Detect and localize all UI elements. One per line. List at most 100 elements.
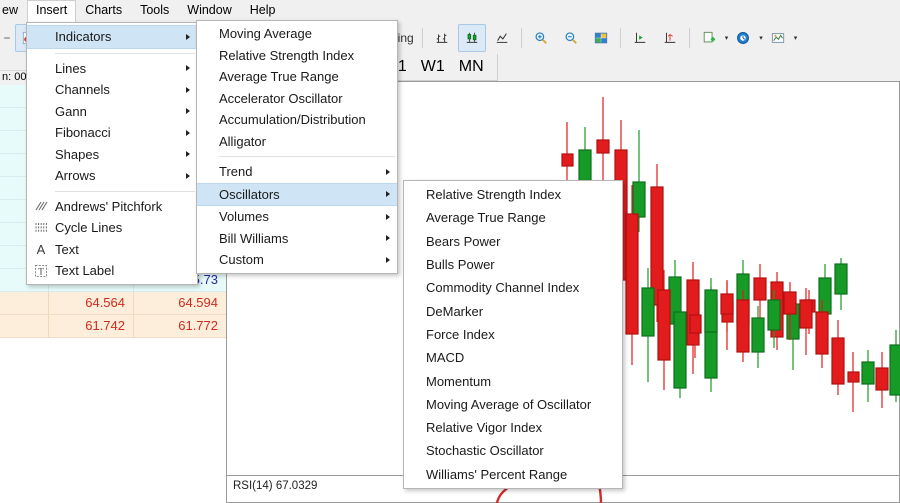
menu-item-andrews-pitchfork[interactable]: Andrews' Pitchfork (27, 196, 197, 218)
shift-end-icon[interactable] (626, 24, 654, 52)
templates-icon[interactable] (764, 24, 792, 52)
oscillators-submenu[interactable]: Relative Strength Index Average True Ran… (403, 180, 623, 489)
menu-tools[interactable]: Tools (131, 0, 178, 22)
menu-item-label: Average True Range (426, 210, 546, 226)
menu-item-label: Relative Strength Index (219, 47, 355, 63)
menu-insert[interactable]: Insert (26, 0, 77, 23)
menu-item-trend[interactable]: Trend (197, 161, 397, 183)
chevron-right-icon (186, 65, 190, 72)
menu-item-relative-strength-index[interactable]: Relative Strength Index (197, 45, 397, 67)
auto-scroll-icon[interactable] (656, 24, 684, 52)
menu-item-osc-commodity-channel-index[interactable]: Commodity Channel Index (404, 276, 622, 299)
zoom-out-icon[interactable] (557, 24, 585, 52)
menu-separator (55, 52, 195, 54)
text-icon: A (36, 241, 46, 257)
menu-item-label: Custom (219, 252, 264, 268)
ask-cell: 61.772 (178, 318, 218, 333)
menu-item-text[interactable]: A Text (27, 239, 197, 261)
new-chart-icon[interactable] (695, 24, 723, 52)
period-icon[interactable] (729, 24, 757, 52)
menu-item-osc-bears-power[interactable]: Bears Power (404, 230, 622, 253)
menu-item-osc-macd[interactable]: MACD (404, 346, 622, 369)
indicators-submenu[interactable]: Moving Average Relative Strength Index A… (196, 20, 398, 274)
menu-charts[interactable]: Charts (76, 0, 131, 22)
menu-item-label: Bill Williams (219, 230, 289, 246)
symbol-cell (0, 315, 49, 337)
menu-item-oscillators[interactable]: Oscillators (197, 182, 397, 206)
menu-item-osc-moving-average-of-oscillator[interactable]: Moving Average of Oscillator (404, 393, 622, 416)
menu-item-osc-force-index[interactable]: Force Index (404, 323, 622, 346)
bar-chart-icon[interactable] (428, 24, 456, 52)
menu-window[interactable]: Window (178, 0, 240, 22)
candlestick-chart-icon[interactable] (457, 24, 486, 52)
menu-item-custom[interactable]: Custom (197, 249, 397, 271)
menu-item-osc-demarker[interactable]: DeMarker (404, 299, 622, 322)
menu-item-osc-average-true-range[interactable]: Average True Range (404, 206, 622, 229)
templates-dropdown-icon[interactable]: ▾ (794, 34, 798, 42)
menu-item-label: Williams' Percent Range (426, 466, 568, 482)
menu-item-label: Moving Average of Oscillator (426, 396, 592, 412)
tile-windows-icon[interactable] (587, 24, 615, 52)
menu-item-accelerator-oscillator[interactable]: Accelerator Oscillator (197, 88, 397, 110)
menu-item-label: Indicators (55, 29, 112, 45)
menu-item-osc-relative-vigor-index[interactable]: Relative Vigor Index (404, 416, 622, 439)
application-window: ew Insert Charts Tools Window Help ding (0, 0, 900, 503)
menu-item-osc-williams-percent-range[interactable]: Williams' Percent Range (404, 463, 622, 486)
menu-item-label: Average True Range (219, 69, 339, 85)
menu-item-lines[interactable]: Lines (27, 58, 197, 80)
menu-item-text-label[interactable]: T Text Label (27, 260, 197, 282)
menu-item-label: Accumulation/Distribution (219, 112, 366, 128)
chevron-right-icon (386, 213, 390, 220)
menu-separator (55, 190, 195, 192)
ask-cell: 64.594 (178, 295, 218, 310)
chevron-right-icon (386, 256, 390, 263)
menu-item-fibonacci[interactable]: Fibonacci (27, 122, 197, 144)
menu-separator (219, 156, 395, 157)
menu-item-bill-williams[interactable]: Bill Williams (197, 228, 397, 250)
menu-item-channels[interactable]: Channels (27, 79, 197, 101)
chevron-right-icon (186, 86, 190, 93)
menu-view[interactable]: ew (0, 0, 27, 22)
new-chart-dropdown-icon[interactable]: ▾ (725, 34, 729, 42)
period-dropdown-icon[interactable]: ▾ (759, 34, 763, 42)
menu-item-osc-relative-strength-index[interactable]: Relative Strength Index (404, 183, 622, 206)
zoom-in-icon[interactable] (527, 24, 555, 52)
menu-item-label: Cycle Lines (55, 220, 123, 236)
menu-item-gann[interactable]: Gann (27, 101, 197, 123)
menu-item-osc-stochastic-oscillator[interactable]: Stochastic Oscillator (404, 439, 622, 462)
menu-item-label: Arrows (55, 168, 96, 184)
menu-item-cycle-lines[interactable]: Cycle Lines (27, 217, 197, 239)
insert-menu[interactable]: Indicators Lines Channels Gann Fibonacci… (26, 22, 198, 285)
table-row[interactable]: 61.742 61.772 (0, 315, 226, 338)
menu-item-shapes[interactable]: Shapes (27, 144, 197, 166)
chevron-right-icon (186, 151, 190, 158)
chevron-right-icon (386, 168, 390, 175)
toolbar-overflow-icon[interactable] (1, 24, 13, 52)
menu-item-volumes[interactable]: Volumes (197, 206, 397, 228)
menu-item-label: Stochastic Oscillator (426, 443, 544, 459)
menu-item-label: Fibonacci (55, 125, 111, 141)
line-chart-icon[interactable] (488, 24, 516, 52)
menu-item-moving-average[interactable]: Moving Average (197, 23, 397, 45)
menu-item-indicators[interactable]: Indicators (27, 25, 197, 49)
table-row[interactable]: 64.564 64.594 (0, 292, 226, 315)
menu-help[interactable]: Help (241, 0, 285, 22)
menu-item-alligator[interactable]: Alligator (197, 131, 397, 153)
tab-mn[interactable]: MN (452, 55, 491, 79)
tab-w1[interactable]: W1 (414, 55, 452, 79)
menu-item-label: Trend (219, 164, 253, 180)
menu-item-accumulation-distribution[interactable]: Accumulation/Distribution (197, 109, 397, 131)
text-label-icon: T (27, 260, 55, 282)
menu-gutter (27, 165, 55, 187)
menu-item-osc-bulls-power[interactable]: Bulls Power (404, 253, 622, 276)
menu-item-label: Force Index (426, 326, 495, 342)
menu-item-arrows[interactable]: Arrows (27, 165, 197, 187)
chevron-right-icon (186, 108, 190, 115)
menu-bar: ew Insert Charts Tools Window Help (0, 0, 900, 23)
menu-item-average-true-range[interactable]: Average True Range (197, 66, 397, 88)
menu-item-label: Accelerator Oscillator (219, 90, 343, 106)
menu-item-label: Andrews' Pitchfork (55, 198, 163, 214)
menu-item-label: Bulls Power (426, 257, 495, 273)
menu-item-label: Gann (55, 103, 87, 119)
menu-item-osc-momentum[interactable]: Momentum (404, 369, 622, 392)
